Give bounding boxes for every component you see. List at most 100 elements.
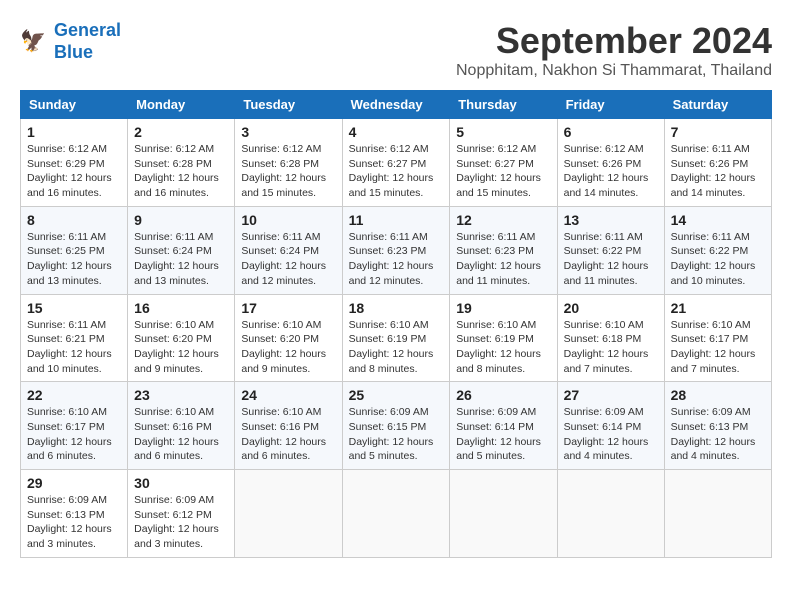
calendar-cell: 1 Sunrise: 6:12 AMSunset: 6:29 PMDaylight… <box>21 119 128 207</box>
calendar-cell: 10 Sunrise: 6:11 AMSunset: 6:24 PMDayligh… <box>235 206 342 294</box>
day-info: Sunrise: 6:09 AMSunset: 6:13 PMDaylight:… <box>27 493 121 552</box>
calendar-table: SundayMondayTuesdayWednesdayThursdayFrid… <box>20 90 772 558</box>
day-info: Sunrise: 6:09 AMSunset: 6:14 PMDaylight:… <box>456 405 550 464</box>
calendar-cell: 18Sunrise: 6:10 AMSunset: 6:19 PMDayligh… <box>342 294 450 382</box>
page-header: 🦅 General Blue September 2024 Nopphitam,… <box>20 20 772 80</box>
day-number: 15 <box>27 300 121 316</box>
day-number: 13 <box>564 212 658 228</box>
day-info: Sunrise: 6:12 AMSunset: 6:28 PMDaylight:… <box>134 142 228 201</box>
logo: 🦅 General Blue <box>20 20 121 63</box>
day-info: Sunrise: 6:11 AMSunset: 6:22 PMDaylight:… <box>564 230 658 289</box>
svg-text:🦅: 🦅 <box>20 28 46 53</box>
calendar-cell <box>557 470 664 558</box>
day-number: 10 <box>241 212 335 228</box>
day-number: 22 <box>27 387 121 403</box>
calendar-cell <box>664 470 771 558</box>
calendar-header-monday: Monday <box>128 91 235 119</box>
day-number: 21 <box>671 300 765 316</box>
day-number: 7 <box>671 124 765 140</box>
day-info: Sunrise: 6:09 AMSunset: 6:14 PMDaylight:… <box>564 405 658 464</box>
day-number: 19 <box>456 300 550 316</box>
day-info: Sunrise: 6:11 AMSunset: 6:23 PMDaylight:… <box>456 230 550 289</box>
calendar-header-friday: Friday <box>557 91 664 119</box>
calendar-cell: 3Sunrise: 6:12 AMSunset: 6:28 PMDaylight… <box>235 119 342 207</box>
calendar-cell: 29 Sunrise: 6:09 AMSunset: 6:13 PMDayligh… <box>21 470 128 558</box>
logo-icon: 🦅 <box>20 27 50 57</box>
calendar-week-3: 15Sunrise: 6:11 AMSunset: 6:21 PMDayligh… <box>21 294 772 382</box>
calendar-header-tuesday: Tuesday <box>235 91 342 119</box>
day-number: 2 <box>134 124 228 140</box>
calendar-cell: 25Sunrise: 6:09 AMSunset: 6:15 PMDayligh… <box>342 382 450 470</box>
calendar-cell: 20 Sunrise: 6:10 AMSunset: 6:18 PMDayligh… <box>557 294 664 382</box>
calendar-cell: 12 Sunrise: 6:11 AMSunset: 6:23 PMDayligh… <box>450 206 557 294</box>
calendar-cell: 6 Sunrise: 6:12 AMSunset: 6:26 PMDaylight… <box>557 119 664 207</box>
calendar-cell: 16 Sunrise: 6:10 AMSunset: 6:20 PMDayligh… <box>128 294 235 382</box>
calendar-header-saturday: Saturday <box>664 91 771 119</box>
calendar-cell: 11 Sunrise: 6:11 AMSunset: 6:23 PMDayligh… <box>342 206 450 294</box>
calendar-cell: 14Sunrise: 6:11 AMSunset: 6:22 PMDayligh… <box>664 206 771 294</box>
day-number: 3 <box>241 124 335 140</box>
calendar-cell: 5 Sunrise: 6:12 AMSunset: 6:27 PMDaylight… <box>450 119 557 207</box>
day-number: 1 <box>27 124 121 140</box>
day-info: Sunrise: 6:11 AMSunset: 6:23 PMDaylight:… <box>349 230 444 289</box>
day-number: 8 <box>27 212 121 228</box>
day-number: 27 <box>564 387 658 403</box>
day-number: 6 <box>564 124 658 140</box>
day-info: Sunrise: 6:10 AMSunset: 6:16 PMDaylight:… <box>134 405 228 464</box>
day-number: 20 <box>564 300 658 316</box>
calendar-week-1: 1 Sunrise: 6:12 AMSunset: 6:29 PMDaylight… <box>21 119 772 207</box>
calendar-cell <box>450 470 557 558</box>
day-number: 28 <box>671 387 765 403</box>
calendar-cell: 22Sunrise: 6:10 AMSunset: 6:17 PMDayligh… <box>21 382 128 470</box>
day-number: 16 <box>134 300 228 316</box>
day-number: 24 <box>241 387 335 403</box>
day-info: Sunrise: 6:12 AMSunset: 6:26 PMDaylight:… <box>564 142 658 201</box>
calendar-cell: 13 Sunrise: 6:11 AMSunset: 6:22 PMDayligh… <box>557 206 664 294</box>
day-number: 9 <box>134 212 228 228</box>
calendar-cell: 17 Sunrise: 6:10 AMSunset: 6:20 PMDayligh… <box>235 294 342 382</box>
day-info: Sunrise: 6:10 AMSunset: 6:17 PMDaylight:… <box>671 318 765 377</box>
calendar-cell: 15Sunrise: 6:11 AMSunset: 6:21 PMDayligh… <box>21 294 128 382</box>
calendar-cell: 27 Sunrise: 6:09 AMSunset: 6:14 PMDayligh… <box>557 382 664 470</box>
calendar-cell: 26 Sunrise: 6:09 AMSunset: 6:14 PMDayligh… <box>450 382 557 470</box>
day-number: 17 <box>241 300 335 316</box>
page-subtitle: Nopphitam, Nakhon Si Thammarat, Thailand <box>456 62 772 80</box>
day-info: Sunrise: 6:10 AMSunset: 6:19 PMDaylight:… <box>456 318 550 377</box>
day-number: 12 <box>456 212 550 228</box>
calendar-cell: 23 Sunrise: 6:10 AMSunset: 6:16 PMDayligh… <box>128 382 235 470</box>
calendar-week-4: 22Sunrise: 6:10 AMSunset: 6:17 PMDayligh… <box>21 382 772 470</box>
day-info: Sunrise: 6:12 AMSunset: 6:29 PMDaylight:… <box>27 142 121 201</box>
day-info: Sunrise: 6:11 AMSunset: 6:24 PMDaylight:… <box>241 230 335 289</box>
calendar-cell <box>235 470 342 558</box>
day-info: Sunrise: 6:10 AMSunset: 6:16 PMDaylight:… <box>241 405 335 464</box>
day-number: 23 <box>134 387 228 403</box>
calendar-week-5: 29 Sunrise: 6:09 AMSunset: 6:13 PMDayligh… <box>21 470 772 558</box>
day-number: 26 <box>456 387 550 403</box>
day-number: 11 <box>349 212 444 228</box>
day-info: Sunrise: 6:10 AMSunset: 6:20 PMDaylight:… <box>241 318 335 377</box>
calendar-cell: 24 Sunrise: 6:10 AMSunset: 6:16 PMDayligh… <box>235 382 342 470</box>
day-number: 29 <box>27 475 121 491</box>
calendar-cell: 4Sunrise: 6:12 AMSunset: 6:27 PMDaylight… <box>342 119 450 207</box>
day-info: Sunrise: 6:09 AMSunset: 6:15 PMDaylight:… <box>349 405 444 464</box>
day-info: Sunrise: 6:10 AMSunset: 6:18 PMDaylight:… <box>564 318 658 377</box>
day-number: 5 <box>456 124 550 140</box>
day-number: 30 <box>134 475 228 491</box>
day-info: Sunrise: 6:11 AMSunset: 6:22 PMDaylight:… <box>671 230 765 289</box>
calendar-header-wednesday: Wednesday <box>342 91 450 119</box>
calendar-cell: 2 Sunrise: 6:12 AMSunset: 6:28 PMDaylight… <box>128 119 235 207</box>
day-info: Sunrise: 6:10 AMSunset: 6:20 PMDaylight:… <box>134 318 228 377</box>
calendar-header-sunday: Sunday <box>21 91 128 119</box>
day-info: Sunrise: 6:12 AMSunset: 6:27 PMDaylight:… <box>456 142 550 201</box>
day-info: Sunrise: 6:09 AMSunset: 6:13 PMDaylight:… <box>671 405 765 464</box>
calendar-cell: 8 Sunrise: 6:11 AMSunset: 6:25 PMDaylight… <box>21 206 128 294</box>
logo-text: General Blue <box>54 20 121 63</box>
day-number: 4 <box>349 124 444 140</box>
calendar-header-row: SundayMondayTuesdayWednesdayThursdayFrid… <box>21 91 772 119</box>
calendar-body: 1 Sunrise: 6:12 AMSunset: 6:29 PMDaylight… <box>21 119 772 558</box>
title-block: September 2024 Nopphitam, Nakhon Si Tham… <box>456 20 772 80</box>
calendar-cell: 30Sunrise: 6:09 AMSunset: 6:12 PMDayligh… <box>128 470 235 558</box>
day-info: Sunrise: 6:10 AMSunset: 6:19 PMDaylight:… <box>349 318 444 377</box>
day-info: Sunrise: 6:11 AMSunset: 6:25 PMDaylight:… <box>27 230 121 289</box>
day-info: Sunrise: 6:11 AMSunset: 6:26 PMDaylight:… <box>671 142 765 201</box>
